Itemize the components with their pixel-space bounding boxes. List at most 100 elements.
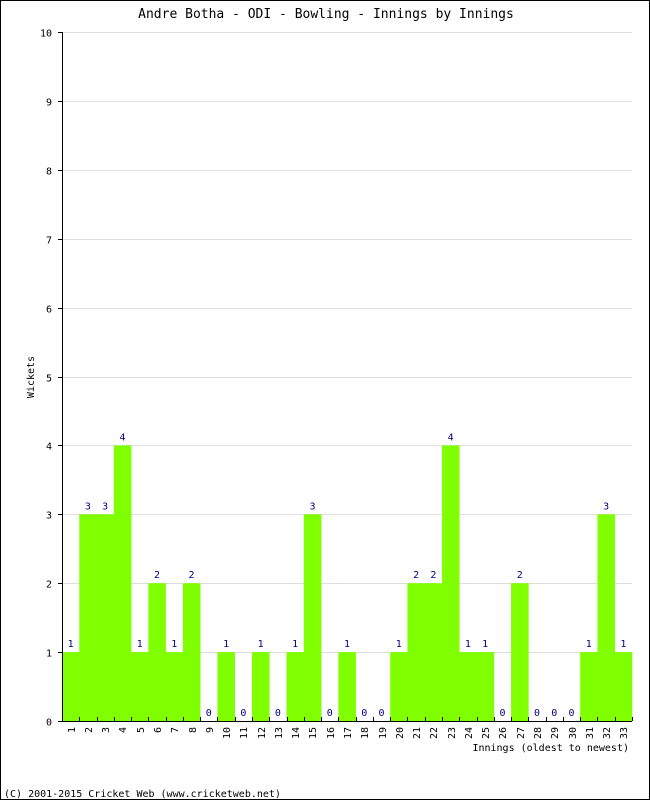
bar <box>459 652 477 721</box>
x-tick-label: 1 <box>67 727 78 733</box>
x-tick-label: 30 <box>568 727 579 739</box>
data-label: 0 <box>327 708 333 719</box>
x-tick-label: 26 <box>498 727 509 739</box>
bar <box>62 652 80 721</box>
bar <box>182 583 201 721</box>
data-label: 2 <box>517 570 523 581</box>
data-label: 2 <box>189 570 195 581</box>
bar <box>338 652 356 721</box>
data-label: 1 <box>465 639 471 650</box>
y-tick-label: 8 <box>46 167 52 178</box>
x-tick-label: 15 <box>308 727 319 739</box>
bar <box>148 583 166 721</box>
x-tick-label: 6 <box>153 727 164 733</box>
copyright-footer: (C) 2001-2015 Cricket Web (www.cricketwe… <box>4 789 281 800</box>
bar <box>407 583 426 721</box>
bar <box>252 652 270 721</box>
x-tick-label: 4 <box>118 727 129 733</box>
y-tick-label: 9 <box>46 98 52 109</box>
data-label: 1 <box>396 639 402 650</box>
chart-title: Andre Botha - ODI - Bowling - Innings by… <box>138 7 514 22</box>
x-tick-label: 3 <box>101 727 112 733</box>
y-tick-label: 7 <box>46 236 52 247</box>
data-label: 1 <box>586 639 592 650</box>
data-label: 1 <box>258 639 264 650</box>
x-tick-labels: 1 2 3 4 5 6 7 8 9 10 11 12 13 14 15 16 17 18 19 20 21 22 23 24 2… <box>67 727 630 739</box>
x-tick-label: 17 <box>343 727 354 739</box>
chart-frame: Andre Botha - ODI - Bowling - Innings by… <box>0 0 650 800</box>
data-label: 1 <box>620 639 626 650</box>
data-label: 2 <box>154 570 160 581</box>
x-tick-label: 28 <box>533 727 544 739</box>
data-label: 3 <box>309 501 315 512</box>
data-label: 1 <box>344 639 350 650</box>
axes <box>58 32 633 722</box>
data-label: 4 <box>448 432 454 443</box>
data-label: 0 <box>569 708 575 719</box>
x-tick-label: 23 <box>447 727 458 739</box>
y-tick-label: 6 <box>46 305 52 316</box>
data-label: 3 <box>102 501 108 512</box>
x-tick-label: 33 <box>619 727 630 739</box>
x-axis-label: Innings (oldest to newest) <box>472 743 629 754</box>
bar <box>476 652 495 721</box>
data-label: 3 <box>603 501 609 512</box>
bar <box>165 652 184 721</box>
y-tick-labels: 0 1 2 3 4 5 6 7 8 9 10 <box>40 29 52 729</box>
x-tick-label: 24 <box>464 727 475 739</box>
y-tick-label: 10 <box>40 29 52 40</box>
data-label: 2 <box>430 570 436 581</box>
bar <box>113 445 132 721</box>
bar <box>390 652 408 721</box>
x-tick-label: 19 <box>378 727 389 739</box>
data-label: 1 <box>482 639 488 650</box>
y-tick-label: 0 <box>46 718 52 729</box>
bar <box>96 514 115 721</box>
x-tick-label: 25 <box>481 727 492 739</box>
data-label: 0 <box>534 708 540 719</box>
data-label: 0 <box>275 708 281 719</box>
bar <box>286 652 305 721</box>
data-label: 0 <box>499 708 505 719</box>
data-label: 1 <box>137 639 143 650</box>
bar <box>131 652 149 721</box>
x-tick-label: 31 <box>585 727 596 739</box>
data-label: 1 <box>223 639 229 650</box>
data-label: 4 <box>119 432 125 443</box>
bar <box>511 583 529 721</box>
bar <box>303 514 322 721</box>
x-tick-label: 9 <box>205 727 216 733</box>
x-tick-label: 11 <box>239 727 250 739</box>
data-label: 0 <box>240 708 246 719</box>
bar <box>580 652 598 721</box>
y-axis-label: Wickets <box>26 356 37 398</box>
bar-chart: Andre Botha - ODI - Bowling - Innings by… <box>4 7 633 800</box>
data-label: 0 <box>361 708 367 719</box>
data-label: 0 <box>551 708 557 719</box>
x-tick-label: 14 <box>291 727 302 739</box>
bar <box>217 652 236 721</box>
x-tick-label: 22 <box>429 727 440 739</box>
data-label: 1 <box>292 639 298 650</box>
x-tick-label: 2 <box>84 727 95 733</box>
x-tick-label: 12 <box>257 727 268 739</box>
y-tick-label: 4 <box>46 442 52 453</box>
x-tick-label: 21 <box>412 727 423 739</box>
x-tick-label: 32 <box>602 727 613 739</box>
data-label: 2 <box>413 570 419 581</box>
y-tick-label: 2 <box>46 580 52 591</box>
bar <box>79 514 97 721</box>
x-tick-label: 8 <box>188 727 199 733</box>
x-tick-label: 10 <box>222 727 233 739</box>
gridlines <box>62 32 632 653</box>
x-tick-label: 7 <box>170 727 181 733</box>
y-tick-label: 5 <box>46 374 52 385</box>
bar <box>442 445 460 721</box>
x-tick-label: 5 <box>136 727 147 733</box>
bar <box>614 652 633 721</box>
x-tick-label: 27 <box>516 727 527 739</box>
bar <box>597 514 616 721</box>
data-label: 0 <box>379 708 385 719</box>
y-tick-label: 1 <box>46 649 52 660</box>
x-tick-label: 29 <box>550 727 561 739</box>
